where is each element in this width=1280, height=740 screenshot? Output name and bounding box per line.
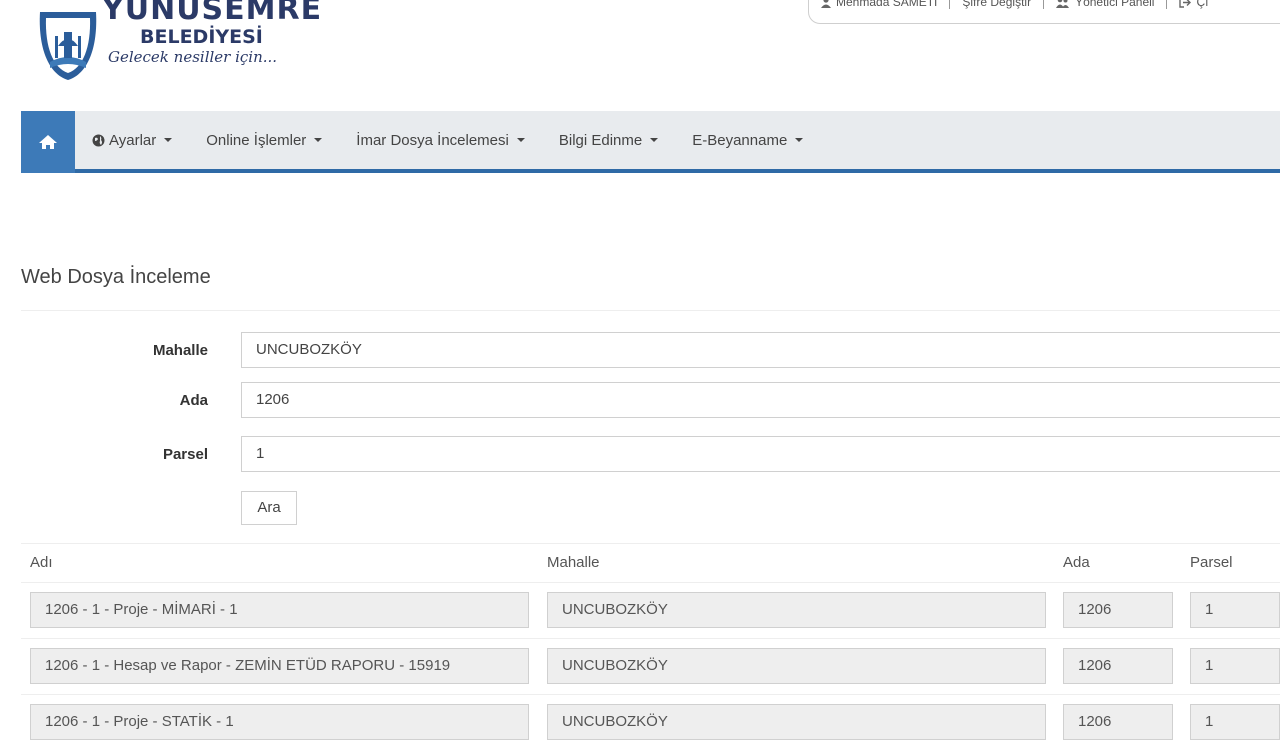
divider [21,543,1280,544]
cell-ada: 1206 [1063,592,1173,628]
cell-parsel: 1 [1190,592,1280,628]
cell-ada: 1206 [1063,704,1173,740]
logo-title: YUNUSEMRE [102,0,323,27]
nav-zoning-file-review-label: İmar Dosya İncelemesi [356,131,509,149]
nav-settings[interactable]: Ayarlar [75,132,189,149]
ada-label: Ada [179,392,208,409]
main-navbar: Ayarlar Online İşlemler İmar Dosya İncel… [21,111,1280,173]
cell-mahalle: UNCUBOZKÖY [547,704,1046,740]
mahalle-label: Mahalle [152,342,208,359]
search-button[interactable]: Ara [241,491,297,525]
logo-tagline: Gelecek nesiller için... [108,48,278,66]
home-button[interactable] [21,111,75,173]
cell-mahalle: UNCUBOZKÖY [547,648,1046,684]
cell-name[interactable]: 1206 - 1 - Hesap ve Rapor - ZEMİN ETÜD R… [30,648,529,684]
admin-panel-link[interactable]: Yönetici Paneli [1044,0,1166,9]
home-icon [39,135,57,149]
caret-down-icon [516,138,525,142]
users-icon [1056,0,1070,8]
sign-out-icon [1179,0,1192,8]
nav-online-operations[interactable]: Online İşlemler [189,132,339,149]
nav-online-operations-label: Online İşlemler [206,131,307,149]
nav-e-declaration[interactable]: E-Beyanname [675,132,820,149]
logo-subtitle: BELEDİYESİ [140,26,263,48]
caret-down-icon [164,138,173,142]
divider [21,638,1280,639]
cell-mahalle: UNCUBOZKÖY [547,592,1046,628]
column-header-name: Adı [30,554,53,571]
user-name-label: Mehmada SAMETİ [836,0,938,9]
ada-field[interactable]: 1206 [241,382,1280,418]
column-header-mahalle: Mahalle [547,554,600,571]
caret-down-icon [314,138,323,142]
nav-information-request-label: Bilgi Edinme [558,131,643,149]
globe-icon [92,134,105,146]
cell-ada: 1206 [1063,648,1173,684]
divider [21,694,1280,695]
user-name-link[interactable]: Mehmada SAMETİ [809,0,949,9]
column-header-parsel: Parsel [1190,554,1233,571]
user-icon [821,0,831,8]
parsel-label: Parsel [162,446,208,463]
logout-label: Çı [1196,0,1209,9]
nav-e-declaration-label: E-Beyanname [692,131,788,149]
cell-name[interactable]: 1206 - 1 - Proje - STATİK - 1 [30,704,529,740]
user-topbar: Mehmada SAMETİ Şifre Değiştir Yönetici P… [808,0,1280,24]
divider [21,310,1280,311]
caret-down-icon [795,138,804,142]
logout-link[interactable]: Çı [1167,0,1220,9]
cell-name[interactable]: 1206 - 1 - Proje - MİMARİ - 1 [30,592,529,628]
nav-zoning-file-review[interactable]: İmar Dosya İncelemesi [339,132,542,149]
change-password-link[interactable]: Şifre Değiştir [950,0,1043,9]
municipality-logo[interactable]: YUNUSEMRE BELEDİYESİ Gelecek nesiller iç… [28,0,328,88]
page-title: Web Dosya İnceleme [21,266,211,288]
nav-information-request[interactable]: Bilgi Edinme [542,132,675,149]
mahalle-field[interactable]: UNCUBOZKÖY [241,332,1280,368]
change-password-label: Şifre Değiştir [962,0,1032,9]
cell-parsel: 1 [1190,704,1280,740]
municipality-emblem-icon [39,12,97,80]
caret-down-icon [650,138,659,142]
column-header-ada: Ada [1063,554,1090,571]
divider [21,582,1280,583]
nav-settings-label: Ayarlar [109,131,157,149]
parsel-field[interactable]: 1 [241,436,1280,472]
cell-parsel: 1 [1190,648,1280,684]
admin-panel-label: Yönetici Paneli [1075,0,1155,9]
